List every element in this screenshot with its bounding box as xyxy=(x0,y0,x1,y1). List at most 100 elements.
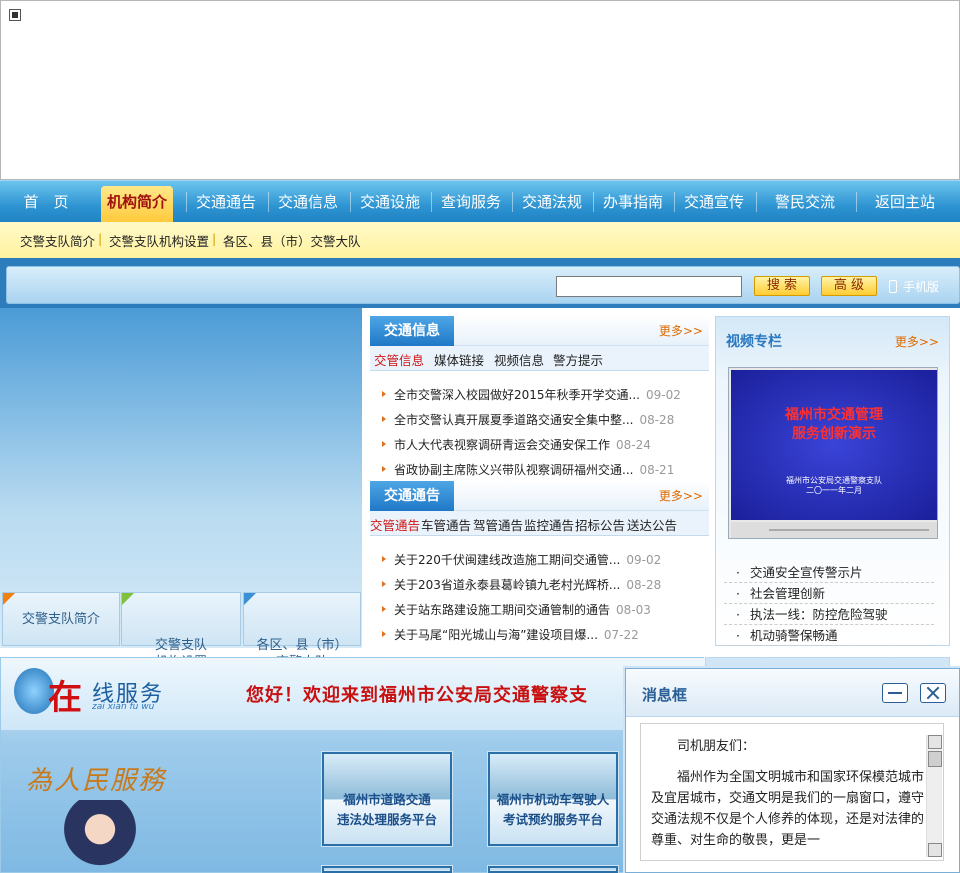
more-link[interactable]: 更多>> xyxy=(659,487,703,504)
message-scrollbar[interactable] xyxy=(926,735,942,857)
panel-title: 交通信息 xyxy=(370,316,454,346)
list-item[interactable]: 关于220千伏闽建线改造施工期间交通管... 09-02 xyxy=(382,551,661,569)
tab-police-tips[interactable]: 警方提示 xyxy=(553,350,603,369)
video-list-item[interactable]: · 机动骑警保畅通 xyxy=(724,625,934,646)
advanced-search-button[interactable]: 高 级 xyxy=(821,276,877,296)
violation-service-platform-link[interactable]: 福州市道路交通 违法处理服务平台 xyxy=(322,752,452,846)
orange-corner-icon xyxy=(3,593,15,605)
list-item[interactable]: 省政协副主席陈义兴带队视察调研福州交通... 08-21 xyxy=(382,461,674,479)
nav-item-traffic-info[interactable]: 交通信息 xyxy=(270,186,346,223)
serve-the-people-motto: 為人民服務 xyxy=(26,766,167,796)
item-date: 08-03 xyxy=(616,603,651,617)
tab-monitor-notice[interactable]: 监控通告 xyxy=(524,515,574,534)
nav-item-traffic-law[interactable]: 交通法规 xyxy=(514,186,590,223)
more-link[interactable]: 更多>> xyxy=(895,333,939,350)
item-title: 全市交警认真开展夏季道路交通安全集中整... xyxy=(394,413,634,427)
bullet-triangle-icon xyxy=(382,556,386,562)
search-input[interactable] xyxy=(556,276,742,297)
nav-item-org-intro[interactable]: 机构简介 xyxy=(101,186,173,223)
online-service-pinyin: zai xian fu wu xyxy=(92,702,155,712)
list-item[interactable]: 关于站东路建设施工期间交通管制的通告 08-03 xyxy=(382,601,651,619)
video-list-label: 机动骑警保畅通 xyxy=(749,628,838,643)
subnav-item-intro[interactable]: 交警支队简介 xyxy=(20,231,95,250)
nav-item-publicity[interactable]: 交通宣传 xyxy=(676,186,752,223)
police-cartoon-icon xyxy=(60,800,140,873)
nav-divider xyxy=(186,192,187,212)
left-tab-intro[interactable]: 交警支队简介 xyxy=(2,592,120,646)
nav-divider xyxy=(431,192,432,212)
item-title: 全市交警深入校园做好2015年秋季开学交通... xyxy=(394,388,640,402)
message-box-title: 消息框 xyxy=(642,686,688,704)
video-list-item[interactable]: · 执法一线：防控危险驾驶 xyxy=(724,604,934,625)
list-item[interactable]: 关于203省道永泰县葛岭镇九老村光辉桥... 08-28 xyxy=(382,576,661,594)
close-icon[interactable] xyxy=(920,683,946,703)
nav-item-home[interactable]: 首 页 xyxy=(10,186,82,223)
bullet-dot-icon: · xyxy=(736,565,740,580)
subnav-separator: | xyxy=(98,231,103,246)
list-item[interactable]: 全市交警认真开展夏季道路交通安全集中整... 08-28 xyxy=(382,411,674,429)
service-tile-partial[interactable] xyxy=(322,866,452,873)
subnav-separator: | xyxy=(212,231,217,246)
list-item[interactable]: 全市交警深入校园做好2015年秋季开学交通... 09-02 xyxy=(382,386,681,404)
message-box-dialog: 消息框 司机朋友们： 福州作为全国文明城市和国家环保模范城市及宜居城市，交通文明… xyxy=(625,668,960,873)
tile-label: 福州市道路交通 违法处理服务平台 xyxy=(324,790,450,830)
traffic-notice-panel: 交通通告 更多>> 交管通告 车管通告 驾管通告 监控通告 招标公告 送达公告 … xyxy=(370,481,709,648)
subnav-item-structure[interactable]: 交警支队机构设置 xyxy=(109,231,209,250)
main-nav: 首 页 机构简介 交通通告 交通信息 交通设施 查询服务 交通法规 办事指南 交… xyxy=(0,180,960,223)
nav-item-query-service[interactable]: 查询服务 xyxy=(433,186,509,223)
sub-nav: 交警支队简介 | 交警支队机构设置 | 各区、县（市）交警大队 xyxy=(0,222,960,258)
item-title: 市人大代表视察调研青运会交通安保工作 xyxy=(394,438,611,452)
panel-header: 交通通告 更多>> xyxy=(370,481,709,511)
nav-item-traffic-notice[interactable]: 交通通告 xyxy=(188,186,264,223)
left-tab-brigades[interactable]: 各区、县（市） 交警大队 xyxy=(243,592,361,670)
bullet-dot-icon: · xyxy=(736,586,740,601)
tab-media-links[interactable]: 媒体链接 xyxy=(434,350,484,369)
nav-item-return-main[interactable]: 返回主站 xyxy=(866,186,944,223)
video-screen[interactable]: 福州市交通管理 服务创新演示 福州市公安局交通警察支队 二〇一一年二月 xyxy=(731,370,937,520)
tab-management-notice[interactable]: 交管通告 xyxy=(370,515,420,534)
list-item[interactable]: 市人大代表视察调研青运会交通安保工作 08-24 xyxy=(382,436,651,454)
item-date: 07-22 xyxy=(603,628,639,642)
tab-bid-notice[interactable]: 招标公告 xyxy=(575,515,625,534)
list-item[interactable]: 关于马尾“阳光城山与海”建设项目爆... 07-22 xyxy=(382,626,639,644)
tab-video-info[interactable]: 视频信息 xyxy=(494,350,544,369)
nav-item-guide[interactable]: 办事指南 xyxy=(595,186,671,223)
more-link[interactable]: 更多>> xyxy=(659,322,703,339)
tile-line1: 福州市道路交通 xyxy=(343,792,431,807)
minimize-icon[interactable] xyxy=(882,683,908,703)
mobile-version-link[interactable]: 手机版 xyxy=(889,278,939,295)
scroll-up-icon[interactable] xyxy=(928,735,942,749)
scroll-down-icon[interactable] xyxy=(928,843,942,857)
search-button[interactable]: 搜 索 xyxy=(754,276,810,296)
nav-divider xyxy=(674,192,675,212)
exam-booking-platform-link[interactable]: 福州市机动车驾驶人 考试预约服务平台 xyxy=(488,752,618,846)
green-corner-icon xyxy=(122,593,134,605)
video-list-item[interactable]: · 交通安全宣传警示片 xyxy=(724,562,934,583)
tab-delivery-notice[interactable]: 送达公告 xyxy=(627,515,677,534)
nav-divider xyxy=(350,192,351,212)
nav-item-traffic-facilities[interactable]: 交通设施 xyxy=(352,186,428,223)
item-title: 关于220千伏闽建线改造施工期间交通管... xyxy=(394,553,621,567)
nav-divider xyxy=(856,192,857,212)
service-tile-partial[interactable] xyxy=(488,866,618,873)
video-subtitle-line2: 二〇一一年二月 xyxy=(806,486,862,495)
message-box-header: 消息框 xyxy=(626,669,959,717)
left-tab-structure[interactable]: 交警支队 机构设置 xyxy=(121,592,241,670)
bullet-triangle-icon xyxy=(382,606,386,612)
video-column-title: 视频专栏 xyxy=(726,334,782,350)
panel-title: 交通通告 xyxy=(370,481,454,511)
bullet-dot-icon: · xyxy=(736,628,740,643)
nav-item-communication[interactable]: 警民交流 xyxy=(766,186,844,223)
tab-vehicle-notice[interactable]: 车管通告 xyxy=(421,515,471,534)
tab-management-info[interactable]: 交管信息 xyxy=(374,350,424,369)
nav-divider xyxy=(756,192,757,212)
video-list-item[interactable]: · 社会管理创新 xyxy=(724,583,934,604)
video-player[interactable]: 福州市交通管理 服务创新演示 福州市公安局交通警察支队 二〇一一年二月 xyxy=(728,367,938,539)
video-seek-bar[interactable] xyxy=(769,529,929,531)
video-screen-title: 福州市交通管理 服务创新演示 xyxy=(731,406,937,444)
video-list-label: 交通安全宣传警示片 xyxy=(749,565,863,580)
scroll-thumb[interactable] xyxy=(928,751,942,767)
tab-driver-notice[interactable]: 驾管通告 xyxy=(473,515,523,534)
subnav-item-brigades[interactable]: 各区、县（市）交警大队 xyxy=(223,231,361,250)
tile-label: 福州市机动车驾驶人 考试预约服务平台 xyxy=(490,790,616,830)
